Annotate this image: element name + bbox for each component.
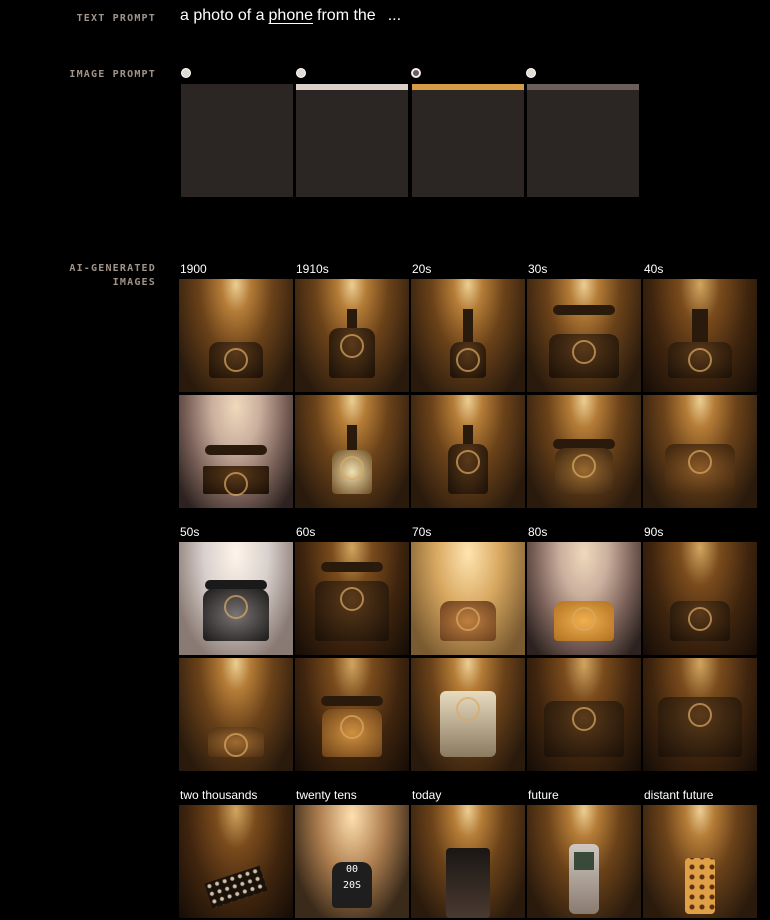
prompt-keyword-phone[interactable]: phone (269, 7, 314, 25)
image-prompt-thumb-4[interactable] (527, 84, 639, 197)
image-prompt-radio-2[interactable] (296, 68, 306, 78)
generated-image-1900-a[interactable] (179, 279, 293, 392)
decade-label-twenty-tens: twenty tens (296, 788, 357, 802)
image-prompt-label: IMAGE PROMPT (69, 69, 156, 80)
generated-image-70s-a[interactable] (411, 542, 525, 655)
decade-label-distant-future: distant future (644, 788, 714, 802)
prompt-prefix: a photo of a (180, 7, 265, 24)
decade-label-80s: 80s (528, 525, 548, 539)
prompt-suffix: from the (317, 7, 376, 24)
decade-label-1900: 1900 (180, 262, 207, 276)
decade-label-50s: 50s (180, 525, 200, 539)
generated-image-50s-a[interactable] (179, 542, 293, 655)
decade-label-today: today (412, 788, 442, 802)
generated-image-60s-a[interactable] (295, 542, 409, 655)
generated-image-1910s-b[interactable] (295, 395, 409, 508)
phone-display-line2: 20S (342, 880, 362, 891)
image-prompt-radio-4[interactable] (526, 68, 536, 78)
generated-image-50s-b[interactable] (179, 658, 293, 771)
generated-image-90s-b[interactable] (643, 658, 757, 771)
image-prompt-thumb-2[interactable] (296, 84, 408, 197)
generated-image-40s-a[interactable] (643, 279, 757, 392)
image-prompt-thumb-1[interactable] (181, 84, 293, 197)
phone-display: 00 20S (332, 862, 372, 908)
phone-display-line1: 00 (345, 864, 359, 875)
ai-generated-label: AI-GENERATED IMAGES (69, 262, 156, 290)
generated-image-90s-a[interactable] (643, 542, 757, 655)
decade-label-1910s: 1910s (296, 262, 329, 276)
decade-label-70s: 70s (412, 525, 432, 539)
generated-image-distant-future[interactable] (643, 805, 757, 918)
decade-label-future: future (528, 788, 559, 802)
ai-generated-label-line2: IMAGES (112, 277, 156, 288)
generated-image-40s-b[interactable] (643, 395, 757, 508)
generated-image-two-thousands[interactable] (179, 805, 293, 918)
decade-label-60s: 60s (296, 525, 316, 539)
generated-image-20s-b[interactable] (411, 395, 525, 508)
generated-image-80s-b[interactable] (527, 658, 641, 771)
decade-label-90s: 90s (644, 525, 664, 539)
generated-image-today[interactable] (411, 805, 525, 918)
generated-image-30s-b[interactable] (527, 395, 641, 508)
decade-label-30s: 30s (528, 262, 548, 276)
decade-label-two-thousands: two thousands (180, 788, 258, 802)
generated-image-80s-a[interactable] (527, 542, 641, 655)
generated-image-twenty-tens[interactable]: 00 20S (295, 805, 409, 918)
prompt-more-dropdown[interactable]: ... (388, 7, 401, 25)
image-prompt-radio-1[interactable] (181, 68, 191, 78)
decade-label-40s: 40s (644, 262, 664, 276)
generated-image-1900-b[interactable] (179, 395, 293, 508)
generated-image-future[interactable] (527, 805, 641, 918)
decade-label-20s: 20s (412, 262, 432, 276)
generated-image-30s-a[interactable] (527, 279, 641, 392)
ai-generated-label-line1: AI-GENERATED (69, 263, 156, 274)
generated-image-20s-a[interactable] (411, 279, 525, 392)
generated-image-60s-b[interactable] (295, 658, 409, 771)
image-prompt-thumb-3[interactable] (412, 84, 524, 197)
text-prompt: a photo of a phone from the ... (180, 7, 401, 25)
image-prompt-radio-3[interactable] (411, 68, 421, 78)
generated-image-1910s-a[interactable] (295, 279, 409, 392)
generated-image-70s-b[interactable] (411, 658, 525, 771)
text-prompt-label: TEXT PROMPT (76, 13, 156, 24)
